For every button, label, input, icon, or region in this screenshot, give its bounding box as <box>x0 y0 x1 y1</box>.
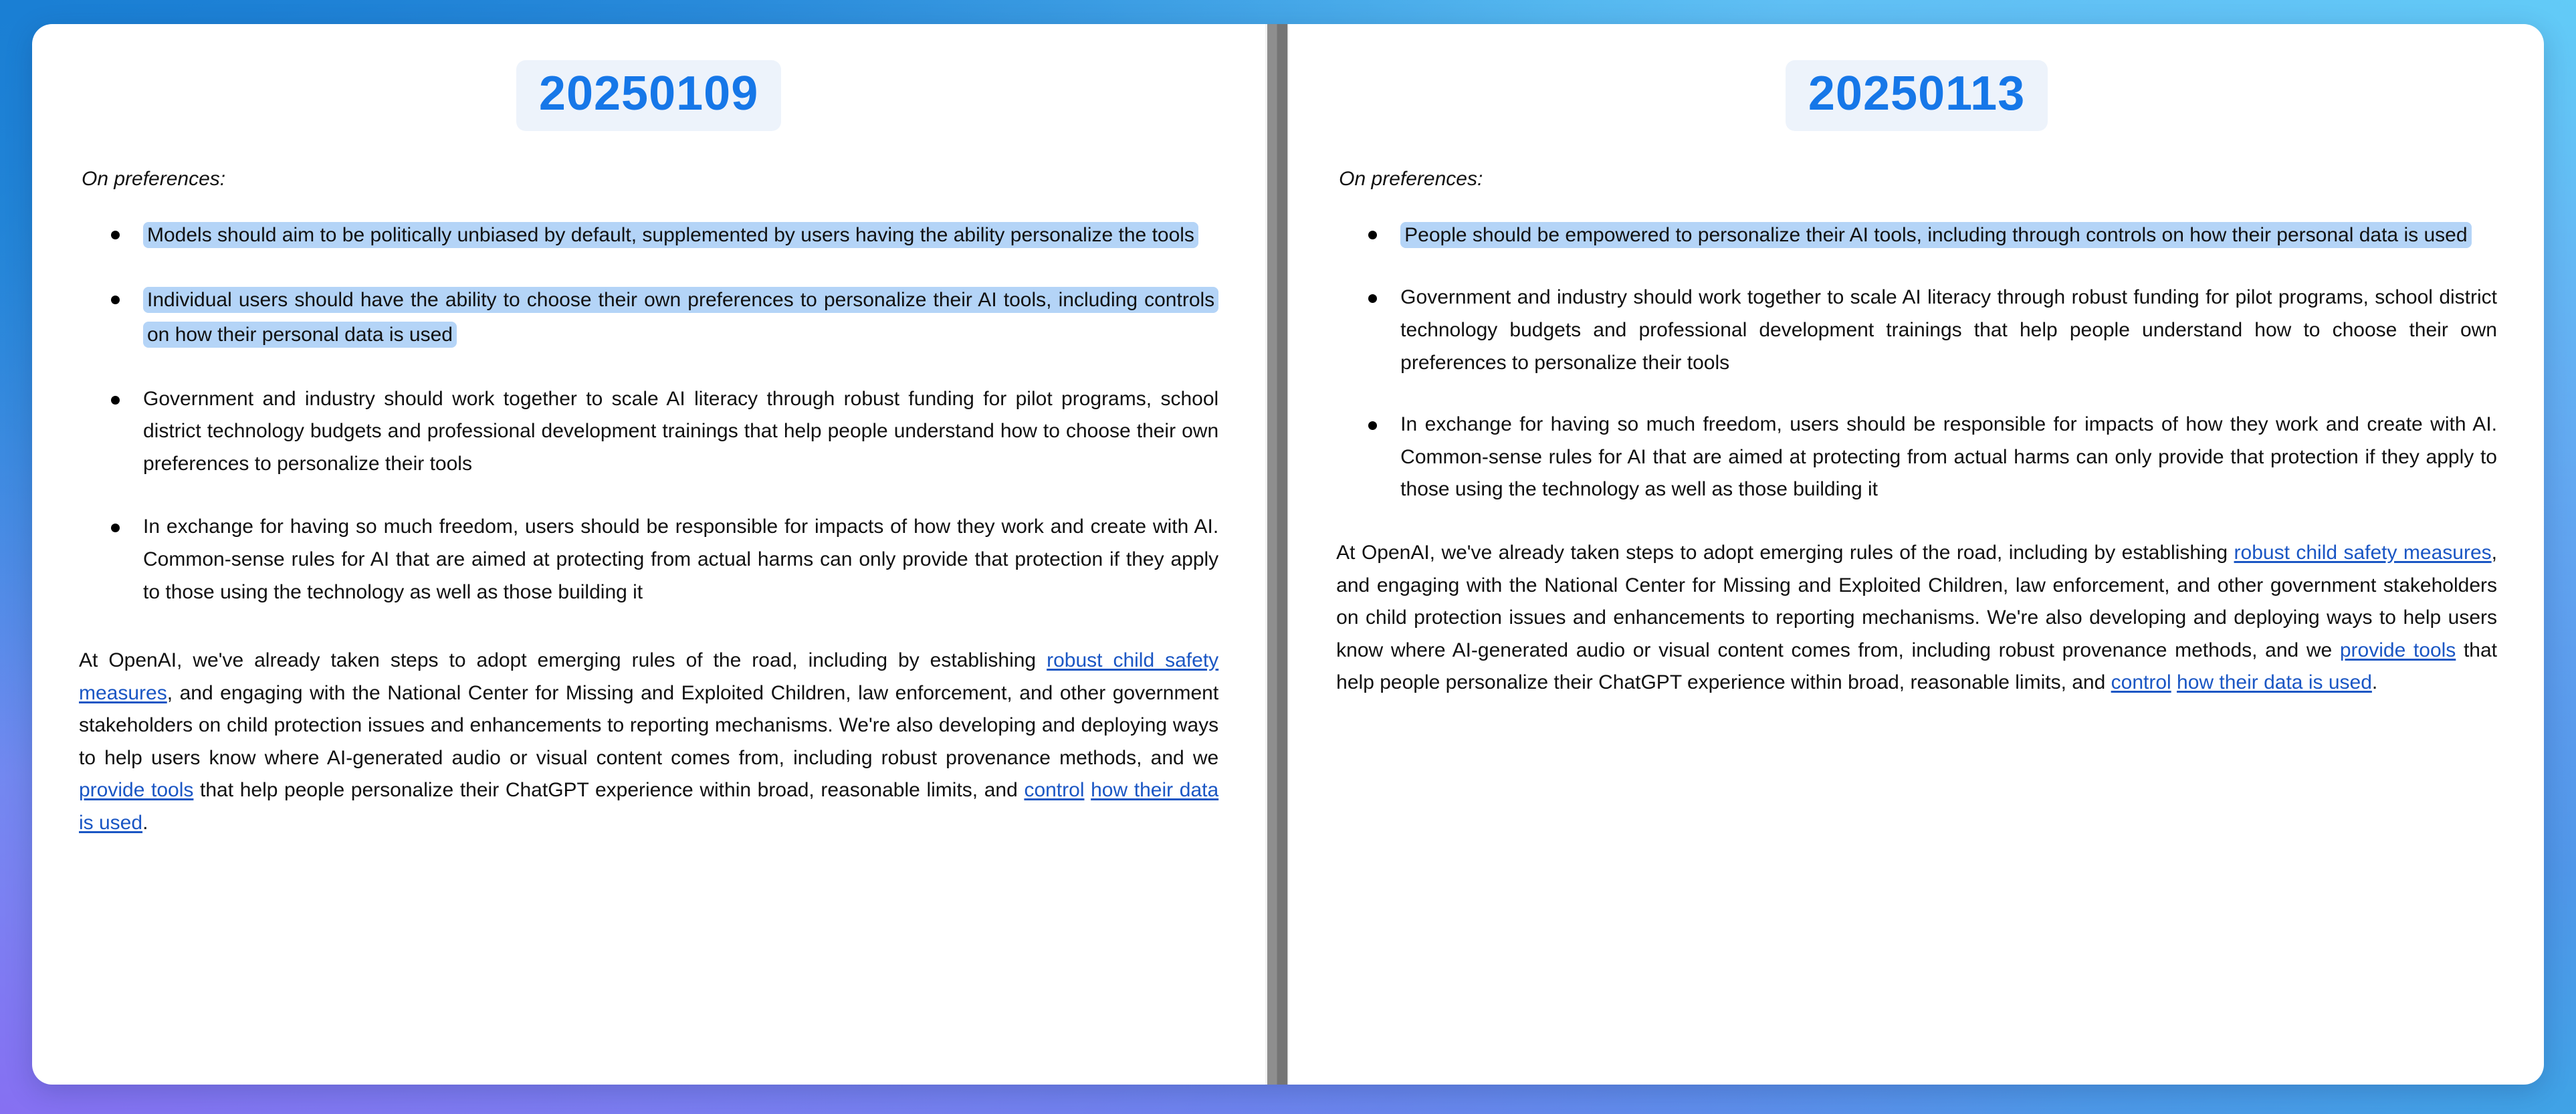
bullet-text: Government and industry should work toge… <box>143 387 1219 475</box>
closing-paragraph-left: At OpenAI, we've already taken steps to … <box>79 645 1218 840</box>
list-item: Individual users should have the ability… <box>110 283 1219 352</box>
bullet-list-right: People should be empowered to personaliz… <box>1336 218 2497 506</box>
date-badge-row-right: 20250113 <box>1336 60 2497 131</box>
bullet-text: Government and industry should work toge… <box>1400 286 2497 374</box>
bullet-text-highlighted: Individual users should have the ability… <box>143 287 1219 348</box>
paragraph-text: At OpenAI, we've already taken steps to … <box>1336 541 2234 564</box>
comparison-card: 20250109 On preferences: Models should a… <box>32 24 2544 1085</box>
paragraph-text <box>2171 671 2177 693</box>
date-badge-right[interactable]: 20250113 <box>1785 60 2048 131</box>
bullet-list-left: Models should aim to be politically unbi… <box>79 218 1219 608</box>
list-item: People should be empowered to personaliz… <box>1368 218 2497 253</box>
list-item: In exchange for having so much freedom, … <box>110 511 1219 608</box>
link-robust-child-safety-measures[interactable]: robust child safety measures <box>2234 542 2492 564</box>
paragraph-text: , and engaging with the National Center … <box>79 681 1219 769</box>
link-provide-tools[interactable]: provide tools <box>2340 639 2456 661</box>
bullet-text-highlighted: Models should aim to be politically unbi… <box>143 221 1198 248</box>
paragraph-text: that help people personalize their ChatG… <box>193 779 1025 802</box>
panel-divider[interactable] <box>1265 24 1290 1085</box>
link-control[interactable]: control <box>1024 779 1084 801</box>
bullet-text: In exchange for having so much freedom, … <box>1400 413 2497 501</box>
date-badge-left[interactable]: 20250109 <box>516 60 782 131</box>
document-panel-left: 20250109 On preferences: Models should a… <box>32 24 1265 1085</box>
link-how-their-data-is-used[interactable]: how their data is used <box>2177 671 2372 693</box>
section-label-left: On preferences: <box>82 167 226 190</box>
paragraph-text: At OpenAI, we've already taken steps to … <box>79 649 1047 672</box>
closing-paragraph-right: At OpenAI, we've already taken steps to … <box>1336 537 2497 699</box>
bullet-text-highlighted: People should be empowered to personaliz… <box>1400 221 2472 248</box>
list-item: Government and industry should work toge… <box>1368 282 2497 379</box>
paragraph-text <box>1084 779 1091 801</box>
paragraph-text: . <box>142 812 148 834</box>
list-item: Models should aim to be politically unbi… <box>110 218 1218 253</box>
document-panel-right: 20250113 On preferences: People should b… <box>1289 24 2544 1085</box>
link-control[interactable]: control <box>2111 671 2171 693</box>
bullet-text: In exchange for having so much freedom, … <box>143 516 1219 603</box>
link-provide-tools[interactable]: provide tools <box>79 779 193 801</box>
section-label-right: On preferences: <box>1339 167 1483 190</box>
list-item: Government and industry should work toge… <box>110 383 1219 481</box>
date-badge-row-left: 20250109 <box>79 60 1218 131</box>
list-item: In exchange for having so much freedom, … <box>1368 409 2497 506</box>
paragraph-text: . <box>2371 671 2378 694</box>
